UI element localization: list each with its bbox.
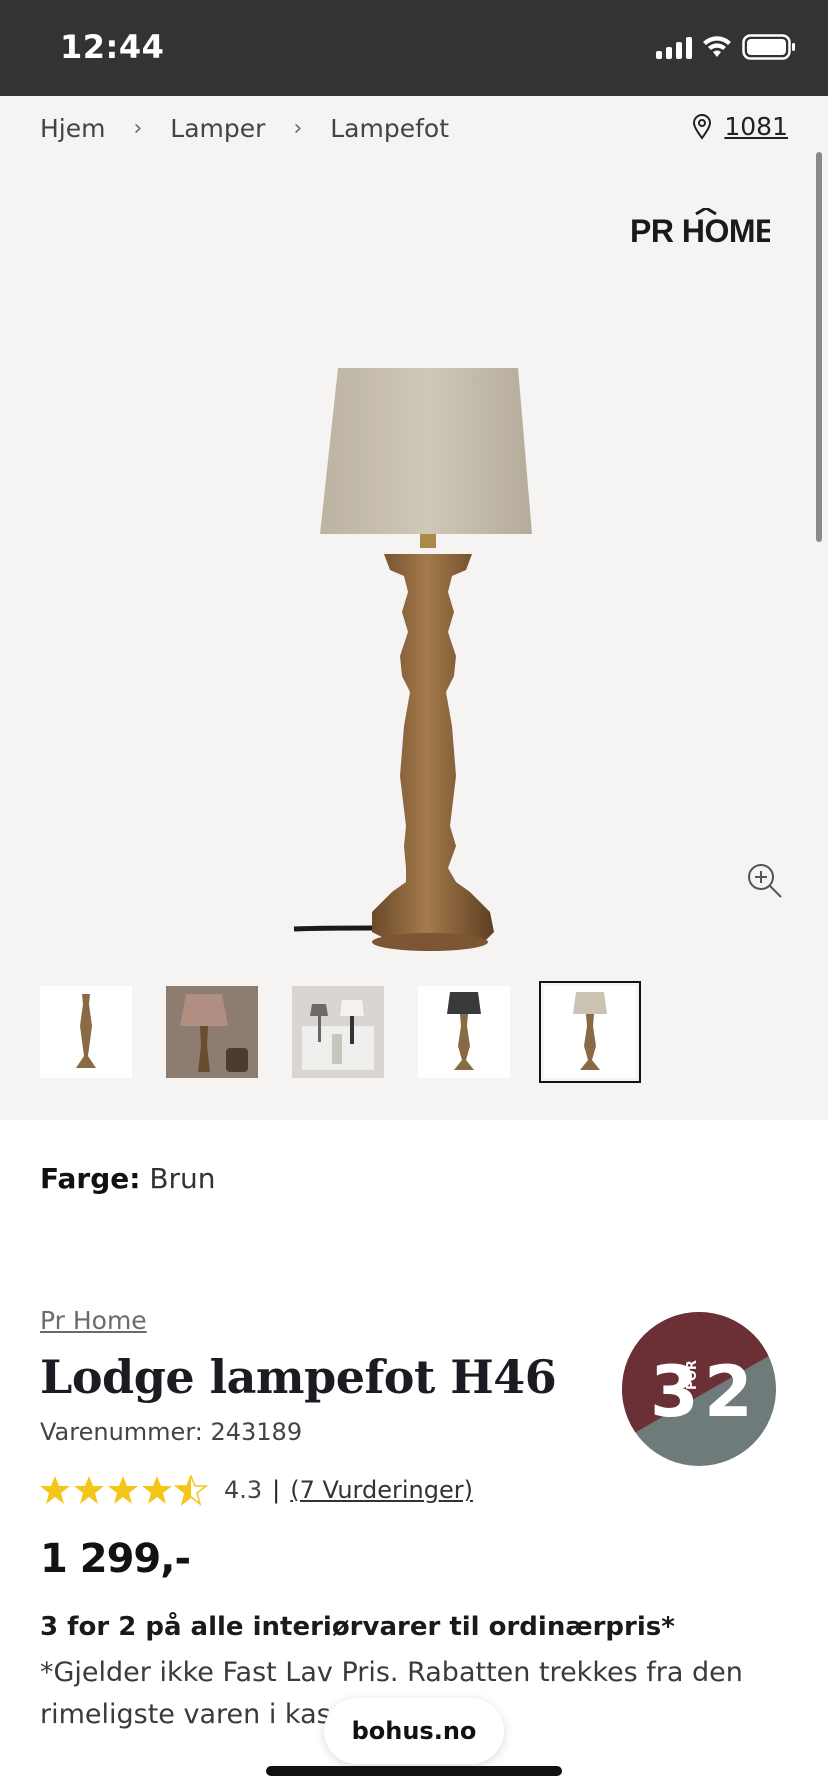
breadcrumb-item-hjem[interactable]: Hjem — [40, 114, 105, 143]
status-icons — [656, 34, 796, 60]
rating-separator: | — [272, 1476, 281, 1504]
product-sku: Varenummer: 243189 — [40, 1418, 303, 1446]
brand-logo: PR HOME — [630, 206, 777, 256]
battery-icon — [742, 34, 795, 60]
location-pin-icon — [693, 113, 712, 140]
product-price: 1 299,- — [40, 1536, 191, 1582]
thumbnail-3[interactable] — [292, 986, 384, 1078]
badge-for-text: FOR — [685, 1360, 700, 1390]
product-title: Lodge lampefot H46 — [40, 1350, 557, 1404]
scrollbar[interactable] — [816, 152, 822, 542]
store-code[interactable]: 1081 — [724, 112, 788, 141]
breadcrumb-separator: › — [133, 116, 143, 141]
color-selection: Farge: Brun — [40, 1162, 216, 1195]
color-value: Brun — [149, 1162, 216, 1195]
thumbnail-2[interactable] — [166, 986, 258, 1078]
breadcrumb-separator: › — [293, 116, 303, 141]
brand-link[interactable]: Pr Home — [40, 1306, 147, 1335]
zoom-in-icon[interactable] — [744, 860, 784, 900]
product-image[interactable] — [280, 256, 540, 976]
store-selector[interactable]: 1081 — [692, 112, 788, 141]
three-for-two-badge: 3 FOR 2 — [622, 1312, 776, 1466]
breadcrumb-item-lamper[interactable]: Lamper — [170, 114, 265, 143]
promo-title: 3 for 2 på alle interiørvarer til ordinæ… — [40, 1612, 675, 1642]
thumbnail-4[interactable] — [418, 986, 510, 1078]
reviews-link[interactable]: (7 Vurderinger) — [290, 1476, 473, 1504]
rating: 4.3 | (7 Vurderinger) — [40, 1474, 473, 1506]
pr-home-logo: PR HOME — [630, 206, 777, 249]
breadcrumb: Hjem › Lamper › Lampefot — [40, 114, 449, 143]
thumbnail-strip — [40, 981, 641, 1083]
browser-url-bar[interactable]: bohus.no — [324, 1698, 504, 1764]
thumbnail-1[interactable] — [40, 986, 132, 1078]
status-time: 12:44 — [60, 28, 165, 66]
svg-text:PR HOME: PR HOME — [630, 213, 770, 248]
wifi-icon — [703, 36, 731, 57]
status-bar: 12:44 — [0, 0, 828, 96]
thumbnail-5[interactable] — [539, 981, 641, 1083]
cellular-signal-icon — [656, 35, 692, 59]
star-rating-icon — [40, 1475, 207, 1505]
rating-score: 4.3 — [224, 1476, 263, 1504]
badge-number-2: 2 — [704, 1351, 753, 1433]
product-gallery: Hjem › Lamper › Lampefot 1081 PR HOME — [0, 96, 828, 1120]
home-indicator[interactable] — [266, 1766, 562, 1776]
color-label: Farge: — [40, 1162, 141, 1195]
breadcrumb-item-lampefot[interactable]: Lampefot — [330, 114, 449, 143]
